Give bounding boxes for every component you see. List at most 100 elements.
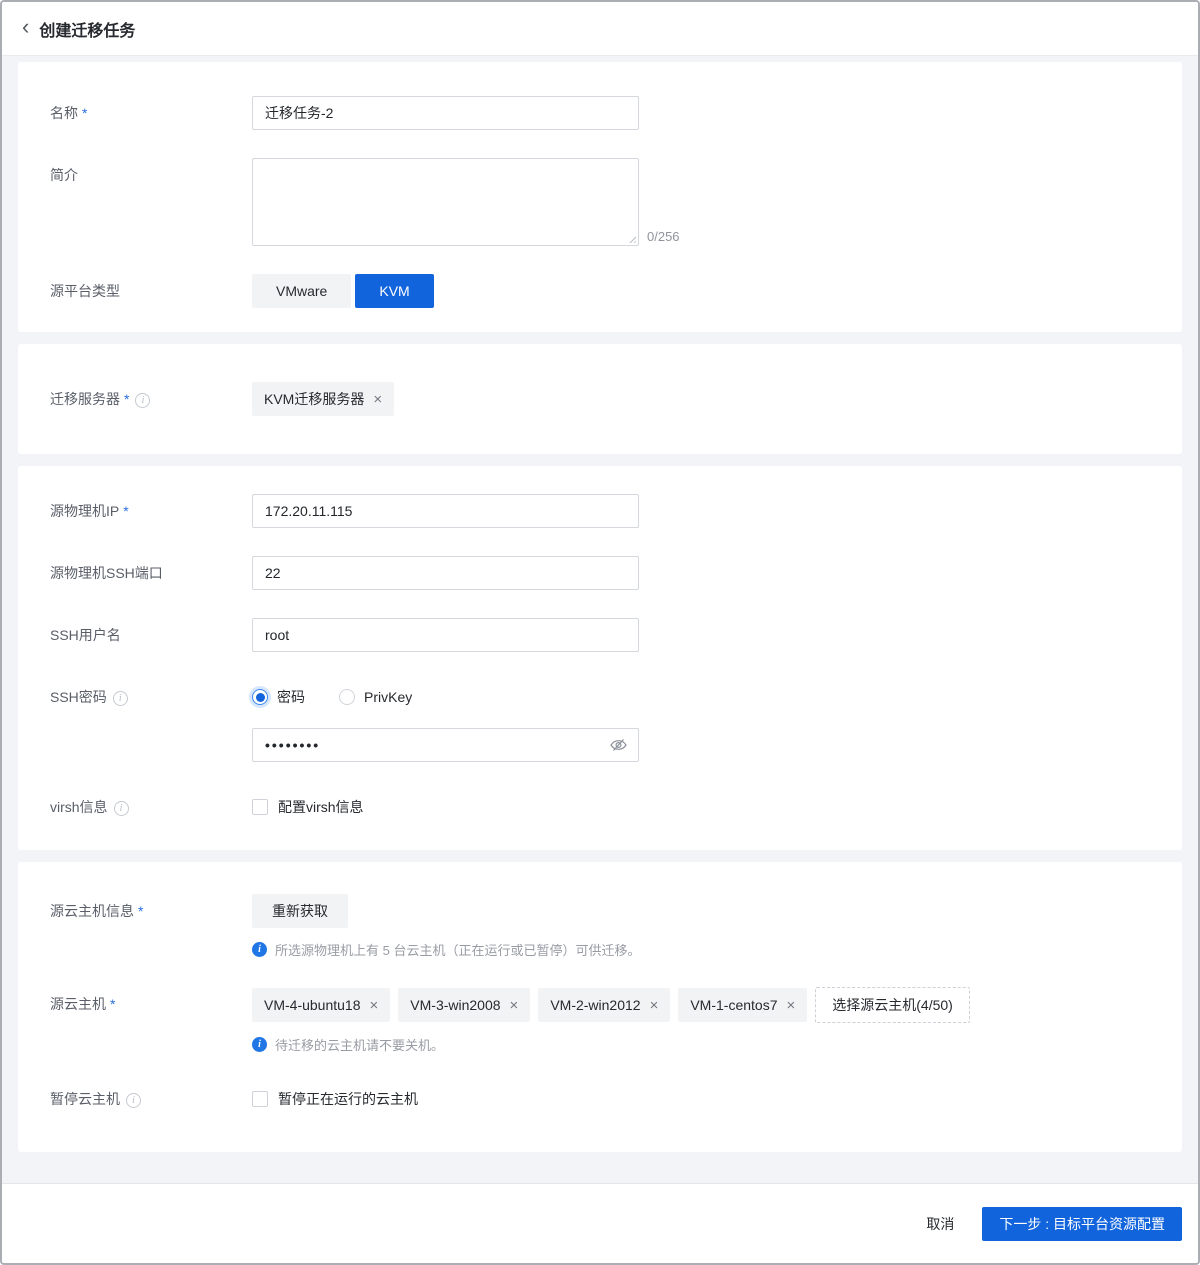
pause-vm-checkbox[interactable] (252, 1091, 268, 1107)
name-input[interactable] (252, 96, 639, 130)
refresh-vms-button[interactable]: 重新获取 (252, 894, 348, 928)
info-icon[interactable]: i (126, 1093, 141, 1108)
radio-selected-icon[interactable] (252, 689, 268, 705)
wizard-footer: 取消 下一步 : 目标平台资源配置 (2, 1183, 1198, 1263)
pause-vm-label: 暂停云主机 i (50, 1082, 252, 1116)
vm-tag: VM-4-ubuntu18 × (252, 988, 390, 1022)
tag-close-icon[interactable]: × (787, 998, 796, 1013)
note-info-icon: i (252, 1037, 267, 1052)
vm-tag-text: VM-1-centos7 (690, 997, 777, 1013)
virsh-checkbox-row: 配置virsh信息 (252, 790, 364, 824)
vm-warning-note-text: 待迁移的云主机请不要关机。 (275, 1035, 444, 1054)
required-mark: * (124, 391, 129, 407)
radio-privkey-label[interactable]: PrivKey (364, 689, 412, 705)
ssh-user-row: SSH用户名 (50, 618, 1150, 652)
tag-close-icon[interactable]: × (650, 998, 659, 1013)
info-icon[interactable]: i (113, 691, 128, 706)
platform-option-kvm[interactable]: KVM (355, 274, 433, 308)
source-ip-row: 源物理机IP* (50, 494, 1150, 528)
source-ip-label-text: 源物理机IP (50, 503, 119, 519)
ssh-password-label: SSH密码 i (50, 680, 252, 714)
vm-warning-note: i 待迁移的云主机请不要关机。 (252, 1035, 970, 1054)
ssh-password-row: SSH密码 i 密码 PrivKey (50, 680, 1150, 762)
info-icon[interactable]: i (135, 393, 150, 408)
source-vm-info-label: 源云主机信息* (50, 894, 252, 928)
radio-unselected-icon[interactable] (339, 689, 355, 705)
virsh-label-text: virsh信息 (50, 799, 108, 815)
description-label-text: 简介 (50, 167, 78, 183)
required-mark: * (82, 105, 87, 121)
source-vm-info-label-text: 源云主机信息 (50, 903, 134, 919)
migration-server-card: 迁移服务器* i KVM迁移服务器 × (18, 344, 1182, 454)
platform-option-vmware[interactable]: VMware (252, 274, 351, 308)
vm-tag: VM-3-win2008 × (398, 988, 530, 1022)
select-source-vm-button[interactable]: 选择源云主机(4/50) (815, 987, 970, 1023)
tag-close-icon[interactable]: × (510, 998, 519, 1013)
vm-tag-text: VM-3-win2008 (410, 997, 500, 1013)
tag-close-icon[interactable]: × (370, 998, 379, 1013)
source-vms-row: 源云主机* VM-4-ubuntu18 × VM-3-win2008 × (50, 987, 1150, 1054)
source-vm-info-row: 源云主机信息* 重新获取 i 所选源物理机上有 5 台云主机（正在运行或已暂停）… (50, 894, 1150, 959)
required-mark: * (123, 503, 128, 519)
source-platform-label-text: 源平台类型 (50, 283, 120, 299)
source-vm-card: 源云主机信息* 重新获取 i 所选源物理机上有 5 台云主机（正在运行或已暂停）… (18, 862, 1182, 1152)
source-host-card: 源物理机IP* 源物理机SSH端口 SSH用户名 SSH密码 i (18, 466, 1182, 850)
description-textarea[interactable] (252, 158, 639, 246)
migration-server-row: 迁移服务器* i KVM迁移服务器 × (50, 382, 1150, 416)
ssh-port-label: 源物理机SSH端口 (50, 556, 252, 590)
ssh-password-label-text: SSH密码 (50, 689, 107, 705)
vm-tag-text: VM-2-win2012 (550, 997, 640, 1013)
ssh-port-label-text: 源物理机SSH端口 (50, 565, 163, 581)
virsh-checkbox-label[interactable]: 配置virsh信息 (278, 797, 364, 817)
form-content: 名称* 简介 0/256 源平台类型 (2, 56, 1198, 1183)
radio-password[interactable]: 密码 (252, 687, 305, 707)
char-counter: 0/256 (647, 229, 680, 244)
password-input[interactable] (252, 728, 639, 762)
vm-tag-text: VM-4-ubuntu18 (264, 997, 361, 1013)
eye-slash-icon[interactable] (609, 737, 628, 753)
migration-server-label: 迁移服务器* i (50, 382, 252, 416)
ssh-password-control: 密码 PrivKey (252, 680, 639, 762)
page-header: ‹ 创建迁移任务 (2, 2, 1198, 56)
source-vm-tags: VM-4-ubuntu18 × VM-3-win2008 × VM-2-win2… (252, 987, 970, 1023)
vm-tag: VM-2-win2012 × (538, 988, 670, 1022)
info-icon[interactable]: i (114, 801, 129, 816)
description-textarea-wrap (252, 158, 639, 246)
virsh-checkbox[interactable] (252, 799, 268, 815)
radio-privkey[interactable]: PrivKey (339, 689, 412, 705)
pause-vm-checkbox-label[interactable]: 暂停正在运行的云主机 (278, 1089, 418, 1109)
source-vms-label-text: 源云主机 (50, 996, 106, 1012)
source-ip-label: 源物理机IP* (50, 494, 252, 528)
radio-password-label[interactable]: 密码 (277, 687, 305, 707)
description-control: 0/256 (252, 158, 680, 246)
basic-info-card: 名称* 简介 0/256 源平台类型 (18, 62, 1182, 332)
page-title: 创建迁移任务 (39, 17, 135, 41)
ssh-port-input[interactable] (252, 556, 639, 590)
vm-tag: VM-1-centos7 × (678, 988, 807, 1022)
source-platform-row: 源平台类型 VMware KVM (50, 274, 1150, 308)
migration-server-tag: KVM迁移服务器 × (252, 382, 394, 416)
description-label: 简介 (50, 158, 252, 192)
back-icon[interactable]: ‹ (22, 16, 29, 38)
source-platform-label: 源平台类型 (50, 274, 252, 308)
migration-server-label-text: 迁移服务器 (50, 391, 120, 407)
create-migration-task-page: ‹ 创建迁移任务 名称* 简介 0/256 (0, 0, 1200, 1265)
name-label-text: 名称 (50, 105, 78, 121)
source-vms-control: VM-4-ubuntu18 × VM-3-win2008 × VM-2-win2… (252, 987, 970, 1054)
tag-close-icon[interactable]: × (373, 392, 382, 407)
next-step-button[interactable]: 下一步 : 目标平台资源配置 (982, 1207, 1182, 1241)
cancel-button[interactable]: 取消 (926, 1214, 954, 1234)
virsh-row: virsh信息 i 配置virsh信息 (50, 790, 1150, 824)
pause-vm-label-text: 暂停云主机 (50, 1091, 120, 1107)
migration-server-tag-text: KVM迁移服务器 (264, 389, 364, 409)
auth-type-radio-group: 密码 PrivKey (252, 680, 639, 714)
ssh-user-label: SSH用户名 (50, 618, 252, 652)
ssh-user-input[interactable] (252, 618, 639, 652)
source-vm-info-control: 重新获取 i 所选源物理机上有 5 台云主机（正在运行或已暂停）可供迁移。 (252, 894, 640, 959)
pause-vm-checkbox-row: 暂停正在运行的云主机 (252, 1082, 418, 1116)
required-mark: * (110, 996, 115, 1012)
pause-vm-row: 暂停云主机 i 暂停正在运行的云主机 (50, 1082, 1150, 1116)
vm-count-note-text: 所选源物理机上有 5 台云主机（正在运行或已暂停）可供迁移。 (275, 940, 640, 959)
ssh-port-row: 源物理机SSH端口 (50, 556, 1150, 590)
source-ip-input[interactable] (252, 494, 639, 528)
